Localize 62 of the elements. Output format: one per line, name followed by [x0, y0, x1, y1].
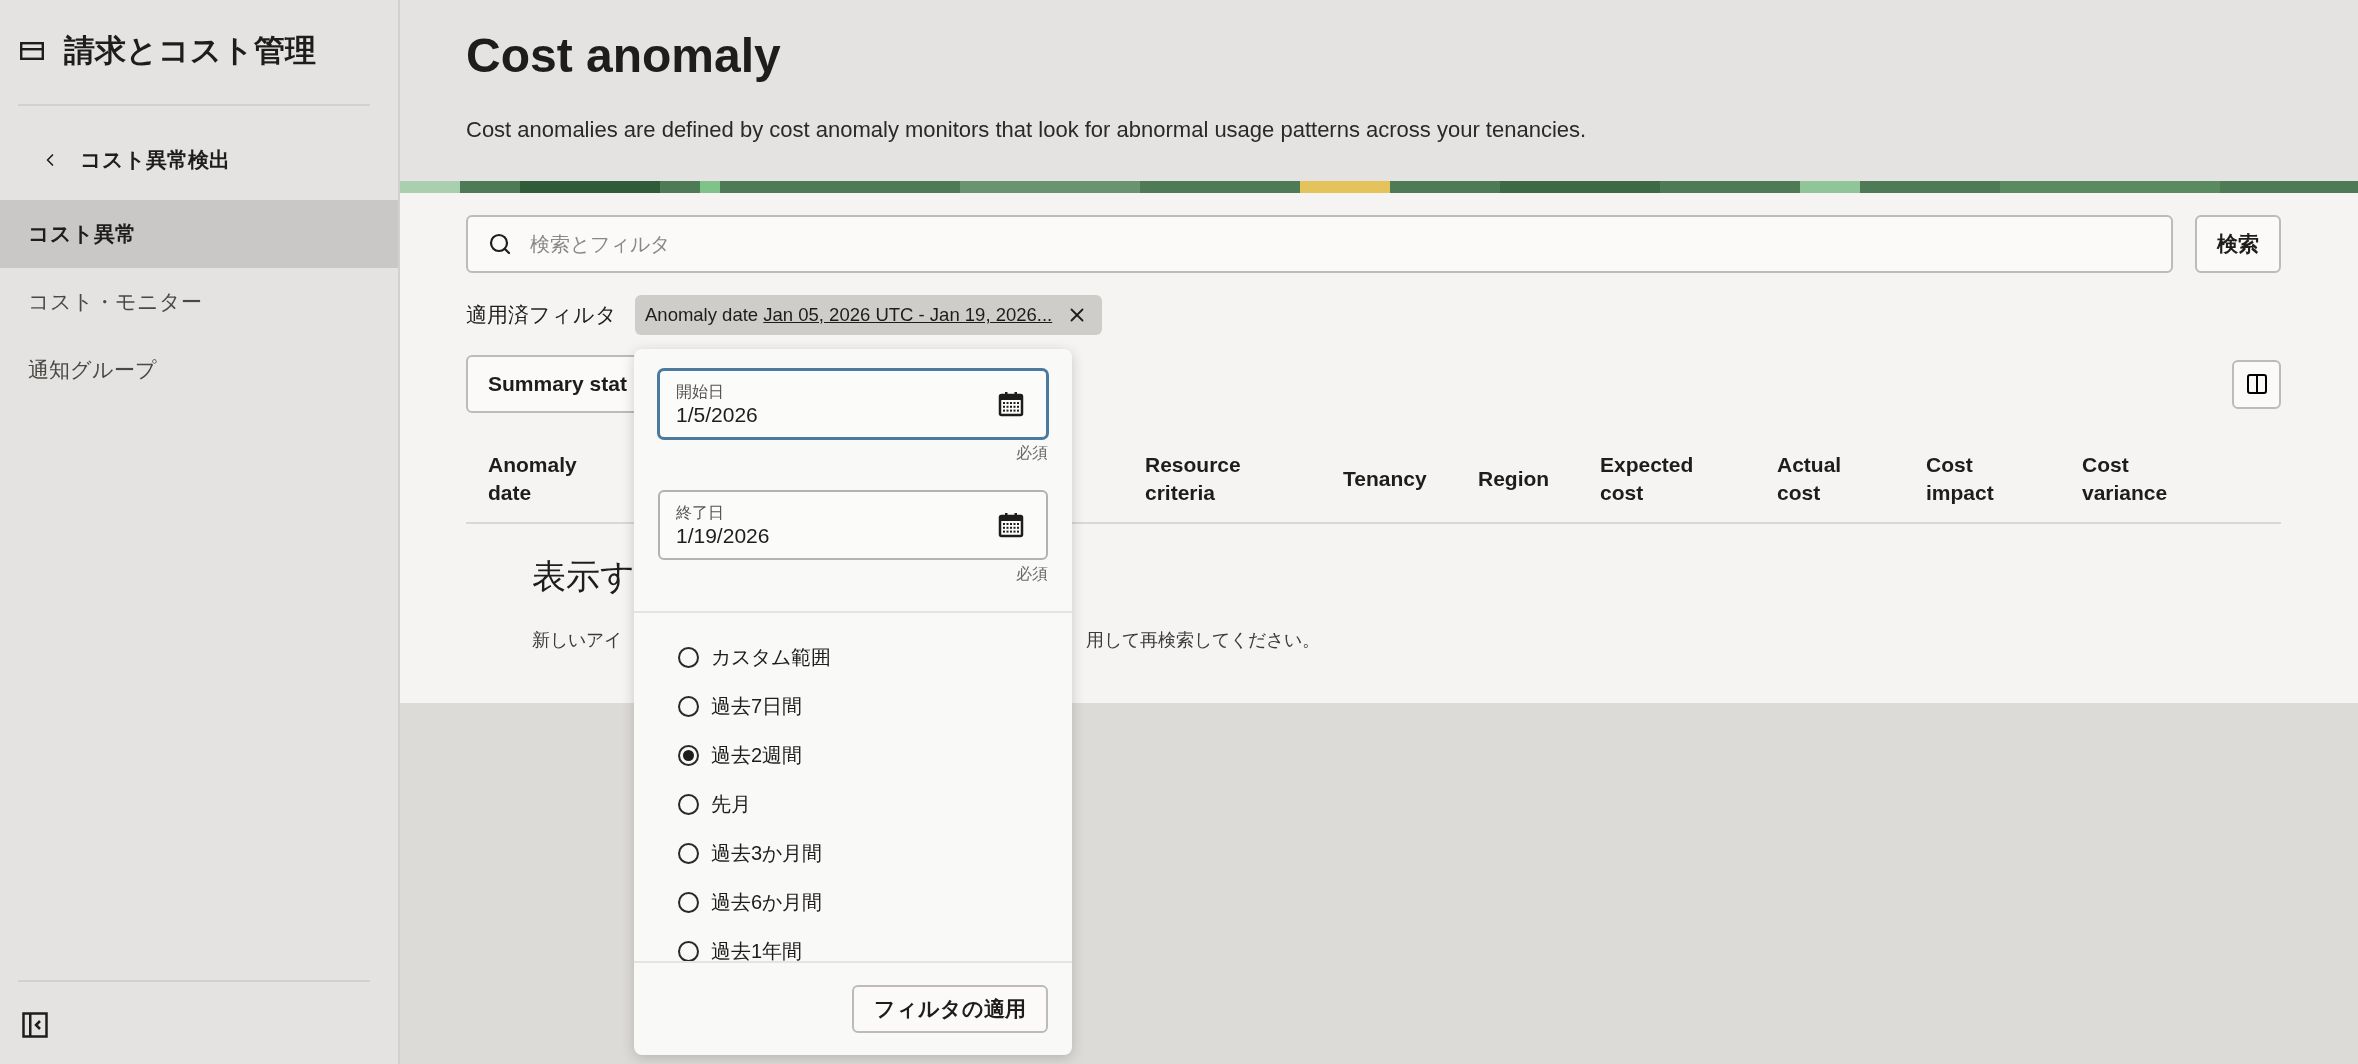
column-header: Anomaly date — [488, 452, 577, 507]
sidebar-title: 請求とコスト管理 — [64, 32, 316, 70]
calendar-icon[interactable] — [998, 512, 1024, 538]
sidebar-item[interactable]: コスト異常 — [0, 200, 398, 268]
range-option[interactable]: 過去2週間 — [678, 731, 1072, 780]
range-option[interactable]: 過去3か月間 — [678, 829, 1072, 878]
page-description: Cost anomalies are defined by cost anomaly monitors that look for abnormal usage patterns across your tenancies. — [466, 117, 1588, 143]
filter-chip-label: Anomaly date Jan 05, 2026 UTC - Jan 19, 2026... — [645, 304, 1053, 326]
radio-button[interactable] — [678, 941, 699, 961]
sidebar-item[interactable]: 通知グループ — [0, 336, 398, 404]
range-option[interactable]: 過去6か月間 — [678, 878, 1072, 927]
column-header: Region — [1478, 466, 1550, 493]
range-option-label: 過去3か月間 — [711, 841, 823, 866]
filter-chip[interactable]: Anomaly date Jan 05, 2026 UTC - Jan 19, 2026... — [635, 295, 1103, 335]
required-hint: 必須 — [1016, 443, 1048, 463]
range-option-label: 先月 — [711, 792, 751, 817]
column-header: Expected cost — [1600, 452, 1694, 507]
applied-filters-label: 適用済フィルタ — [466, 302, 617, 328]
empty-state-heading: 表示す — [532, 554, 635, 598]
search-icon — [488, 232, 512, 256]
radio-button[interactable] — [678, 696, 699, 717]
radio-button[interactable] — [678, 647, 699, 668]
radio-button[interactable] — [678, 794, 699, 815]
calendar-icon[interactable] — [998, 391, 1024, 417]
range-option[interactable]: 先月 — [678, 780, 1072, 829]
date-input[interactable]: 1/19/2026 — [676, 523, 896, 548]
range-option-label: カスタム範囲 — [711, 645, 831, 670]
radio-button[interactable] — [678, 843, 699, 864]
apply-filter-button[interactable]: フィルタの適用 — [852, 985, 1048, 1033]
empty-state-message: 新しいアイ — [532, 628, 623, 652]
billing-card-icon — [20, 42, 44, 60]
back-link[interactable]: コスト異常検出 — [0, 106, 398, 200]
radio-button[interactable] — [678, 745, 699, 766]
range-option[interactable]: 過去7日間 — [678, 682, 1072, 731]
columns-button[interactable] — [2232, 359, 2281, 409]
range-option[interactable]: カスタム範囲 — [678, 633, 1072, 682]
columns-icon — [2244, 372, 2269, 396]
date-field[interactable]: 終了日 1/19/2026 — [658, 490, 1048, 560]
search-button[interactable]: 検索 — [2195, 215, 2281, 273]
back-link-label: コスト異常検出 — [80, 147, 230, 173]
column-header: Cost impact — [1926, 452, 1994, 507]
range-option-label: 過去2週間 — [711, 743, 803, 768]
date-input[interactable]: 1/5/2026 — [676, 402, 896, 427]
field-label: 開始日 — [676, 381, 725, 402]
sidebar-item[interactable]: コスト・モニター — [0, 268, 398, 336]
page-title: Cost anomaly — [466, 28, 782, 83]
column-header: Resource criteria — [1145, 452, 1241, 507]
required-hint: 必須 — [1016, 564, 1048, 584]
column-header: Cost variance — [2082, 452, 2168, 507]
column-header: Tenancy — [1343, 466, 1427, 493]
collapse-sidebar-icon[interactable] — [22, 1012, 48, 1038]
search-input[interactable]: 検索とフィルタ — [528, 231, 2151, 257]
date-field[interactable]: 開始日 1/5/2026 — [658, 369, 1048, 439]
range-option-label: 過去7日間 — [711, 694, 803, 719]
range-option[interactable]: 過去1年間 — [678, 927, 1072, 961]
empty-state-message: 用して再検索してください。 — [1086, 628, 1321, 652]
column-header: Actual cost — [1777, 452, 1842, 507]
field-label: 終了日 — [676, 502, 725, 523]
range-option-label: 過去1年間 — [711, 939, 803, 961]
radio-button[interactable] — [678, 892, 699, 913]
search-field[interactable]: 検索とフィルタ — [466, 215, 2173, 273]
range-option-label: 過去6か月間 — [711, 890, 823, 915]
